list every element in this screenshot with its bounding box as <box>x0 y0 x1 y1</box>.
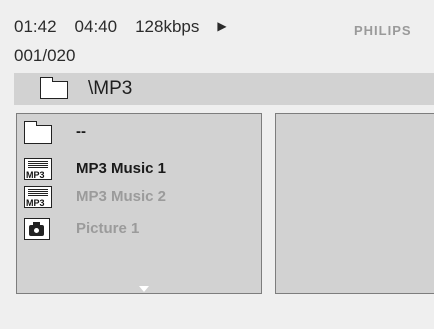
playback-info: 01:42 04:40 128kbps ▶ <box>14 17 245 37</box>
elapsed-time: 01:42 <box>14 17 57 36</box>
list-item-label: -- <box>76 123 86 140</box>
bitrate: 128kbps <box>135 17 200 36</box>
folder-icon <box>23 121 52 144</box>
list-item-parent-folder[interactable]: -- <box>23 121 234 144</box>
total-time: 04:40 <box>74 17 118 36</box>
brand-logo: PHILIPS <box>354 23 412 38</box>
picture-file-icon <box>24 218 50 240</box>
track-counter: 001/020 <box>14 46 76 65</box>
list-item-mp3-music-1[interactable]: MP3 MP3 Music 1 <box>24 158 234 180</box>
list-item-mp3-music-2[interactable]: MP3 MP3 Music 2 <box>24 186 234 208</box>
folder-icon <box>39 77 68 99</box>
mp3-file-icon: MP3 <box>24 186 52 208</box>
scroll-down-arrow-icon[interactable] <box>139 286 149 292</box>
preview-panel <box>275 113 434 294</box>
list-item-label: Picture 1 <box>76 220 140 237</box>
player-screen: 01:42 04:40 128kbps ▶ PHILIPS 001/020 \MP3 … <box>0 0 434 329</box>
list-item-label: MP3 Music 2 <box>76 188 167 205</box>
status-bar: 01:42 04:40 128kbps ▶ PHILIPS 001/020 <box>0 0 434 70</box>
play-icon: ▶ <box>217 19 227 33</box>
list-item-picture-1[interactable]: Picture 1 <box>24 218 234 240</box>
mp3-file-icon: MP3 <box>24 158 52 180</box>
list-item-label: MP3 Music 1 <box>76 160 167 177</box>
current-path: \MP3 <box>88 78 133 99</box>
path-bar: \MP3 <box>14 73 434 105</box>
